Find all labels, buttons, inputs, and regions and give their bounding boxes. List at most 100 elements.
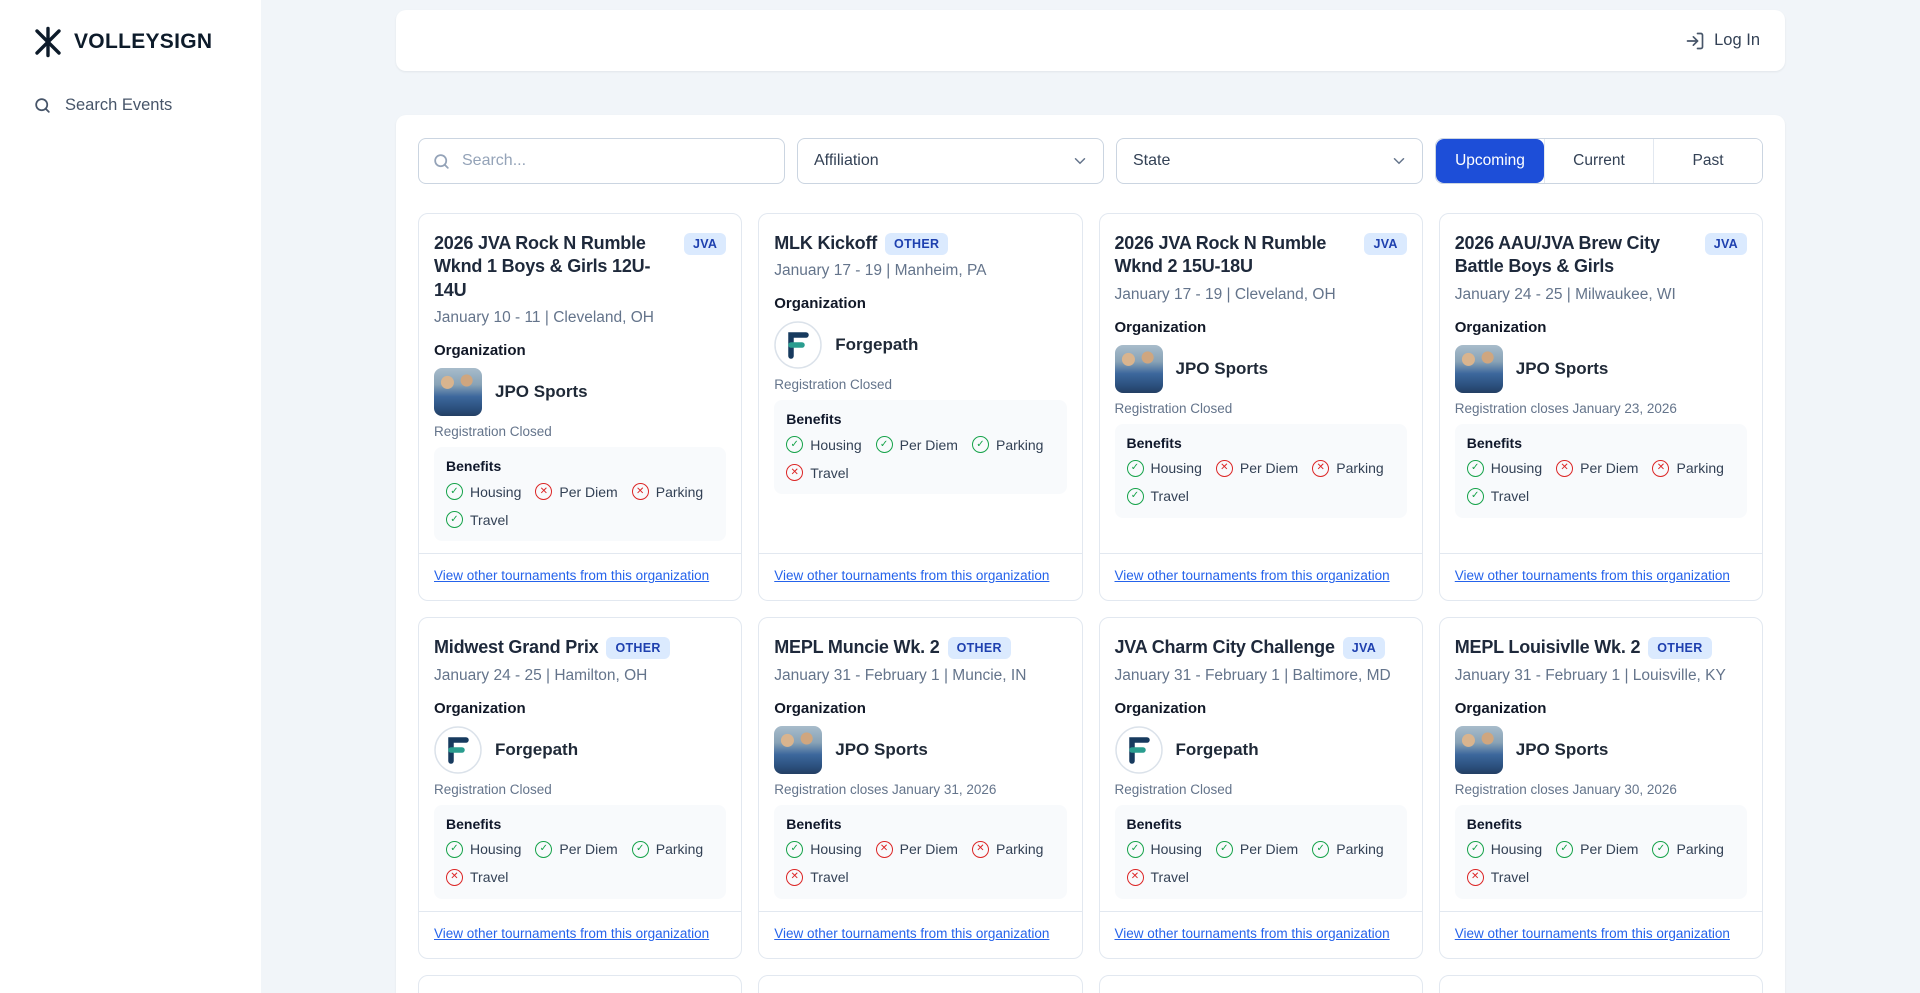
organization-section: Organization Forgepath Registration Clos… xyxy=(1115,685,1407,899)
organization-avatar xyxy=(1115,726,1163,774)
organization-label: Organization xyxy=(774,700,1066,717)
benefits-box: Benefits ✓Housing✕Per Diem✕Parking✓Trave… xyxy=(1455,424,1747,518)
tournament-card-body: 2026 JVA Rock N Rumble Wknd 2 15U-18U JV… xyxy=(1100,214,1422,553)
tournament-card-body: MLK Kickoff OTHER January 17 - 19 | Manh… xyxy=(759,214,1081,553)
affiliation-badge: OTHER xyxy=(948,637,1011,659)
benefit-label: Travel xyxy=(1491,869,1529,885)
benefits-list: ✓Housing✓Per Diem✓Parking✕Travel xyxy=(786,436,1054,481)
benefit-label: Parking xyxy=(656,841,703,857)
tab-current[interactable]: Current xyxy=(1544,139,1653,183)
view-other-tournaments-link[interactable]: View other tournaments from this organiz… xyxy=(1115,926,1390,941)
benefit-label: Housing xyxy=(1151,841,1202,857)
registration-status: Registration Closed xyxy=(1115,401,1407,416)
affiliation-badge: JVA xyxy=(1364,233,1406,255)
organization-name: Forgepath xyxy=(495,740,578,760)
benefits-box: Benefits ✓Housing✓Per Diem✓Parking✕Trave… xyxy=(1115,805,1407,899)
benefit-item: ✓Parking xyxy=(1312,841,1383,858)
tournament-title: 2026 JVA Rock N Rumble Wknd 2 15U-18U xyxy=(1115,232,1357,279)
check-circle-icon: ✓ xyxy=(1127,488,1144,505)
check-circle-icon: ✓ xyxy=(535,841,552,858)
organization-label: Organization xyxy=(1455,700,1747,717)
registration-status: Registration closes January 23, 2026 xyxy=(1455,401,1747,416)
organization-name: JPO Sports xyxy=(835,740,928,760)
x-circle-icon: ✕ xyxy=(1652,460,1669,477)
benefit-item: ✓Parking xyxy=(972,436,1043,453)
benefit-label: Housing xyxy=(1491,460,1542,476)
benefit-item: ✓Housing xyxy=(1127,460,1202,477)
view-other-tournaments-link[interactable]: View other tournaments from this organiz… xyxy=(434,568,709,583)
view-other-tournaments-link[interactable]: View other tournaments from this organiz… xyxy=(774,568,1049,583)
benefit-label: Parking xyxy=(1676,460,1723,476)
affiliation-badge: JVA xyxy=(1343,637,1385,659)
view-other-tournaments-link[interactable]: View other tournaments from this organiz… xyxy=(774,926,1049,941)
organization-row: Forgepath xyxy=(774,321,1066,369)
timeframe-tabs: Upcoming Current Past xyxy=(1435,138,1763,184)
view-other-tournaments-link[interactable]: View other tournaments from this organiz… xyxy=(434,926,709,941)
tournament-date-location: January 24 - 25 | Hamilton, OH xyxy=(434,667,726,685)
tournament-title-row: MEPL Muncie Wk. 2 OTHER xyxy=(774,636,1066,659)
benefits-box: Benefits ✓Housing✕Per Diem✕Parking✓Trave… xyxy=(434,447,726,541)
tournament-card: Louisville Wk. 3 OTHER February 21 - 22 … xyxy=(1099,975,1423,993)
tournament-title-row: MLK Kickoff OTHER xyxy=(774,232,1066,255)
benefit-item: ✕Per Diem xyxy=(535,483,617,500)
tournament-card-body: Midwest Grand Prix OTHER January 24 - 25… xyxy=(419,618,741,910)
state-select[interactable]: State xyxy=(1116,138,1423,184)
state-select-label: State xyxy=(1133,152,1170,170)
chevron-down-icon xyxy=(1071,152,1089,170)
benefit-label: Per Diem xyxy=(1240,841,1298,857)
affiliation-select[interactable]: Affiliation xyxy=(797,138,1104,184)
benefit-label: Per Diem xyxy=(559,484,617,500)
tab-past[interactable]: Past xyxy=(1653,139,1762,183)
tournament-card-body: 2026 JVA Rock N Rumble Wknd 1 Boys & Gir… xyxy=(419,214,741,553)
benefits-list: ✓Housing✓Per Diem✓Parking✕Travel xyxy=(1467,841,1735,886)
benefit-label: Parking xyxy=(1336,841,1383,857)
login-label: Log In xyxy=(1714,31,1760,50)
tournament-title: MEPL Louisivlle Wk. 2 xyxy=(1455,636,1641,659)
main-area: Log In Affiliation State xyxy=(261,0,1920,993)
sidebar-item-search-events[interactable]: Search Events xyxy=(0,96,261,115)
registration-status: Registration Closed xyxy=(434,424,726,439)
benefits-label: Benefits xyxy=(786,816,1054,832)
benefit-label: Parking xyxy=(656,484,703,500)
benefit-label: Parking xyxy=(996,841,1043,857)
check-circle-icon: ✓ xyxy=(446,483,463,500)
x-circle-icon: ✕ xyxy=(876,841,893,858)
benefit-item: ✓Parking xyxy=(632,841,703,858)
view-other-tournaments-link[interactable]: View other tournaments from this organiz… xyxy=(1455,568,1730,583)
search-box xyxy=(418,138,785,184)
registration-status: Registration closes January 30, 2026 xyxy=(1455,782,1747,797)
search-input[interactable] xyxy=(418,138,785,184)
organization-label: Organization xyxy=(774,295,1066,312)
tournament-card: MEPL Muncie Wk. 3 OTHER February 21 - 22… xyxy=(758,975,1082,993)
organization-avatar xyxy=(434,368,482,416)
forgepath-logo xyxy=(774,321,822,369)
organization-section: Organization JPO Sports Registration clo… xyxy=(1455,304,1747,518)
organization-row: JPO Sports xyxy=(774,726,1066,774)
organization-name: JPO Sports xyxy=(1516,740,1609,760)
benefit-label: Per Diem xyxy=(1240,460,1298,476)
x-circle-icon: ✕ xyxy=(786,869,803,886)
affiliation-badge: OTHER xyxy=(606,637,669,659)
view-other-tournaments-link[interactable]: View other tournaments from this organiz… xyxy=(1455,926,1730,941)
search-icon xyxy=(33,96,52,115)
benefit-label: Per Diem xyxy=(1580,460,1638,476)
benefit-item: ✕Per Diem xyxy=(876,841,958,858)
tournament-card-body: JVA Charm City Challenge JVA January 31 … xyxy=(1100,618,1422,910)
tournament-grid: 2026 JVA Rock N Rumble Wknd 1 Boys & Gir… xyxy=(418,213,1763,993)
tournament-card: MEPL Indianapolis Wk. 2 OTHER February 2… xyxy=(1439,975,1763,993)
tournament-title-row: Midwest Grand Prix OTHER xyxy=(434,636,726,659)
benefit-item: ✓Housing xyxy=(786,436,861,453)
x-circle-icon: ✕ xyxy=(1467,869,1484,886)
benefits-label: Benefits xyxy=(1467,435,1735,451)
login-button[interactable]: Log In xyxy=(1685,31,1760,51)
sidebar: VOLLEYSIGN Search Events xyxy=(0,0,261,993)
chevron-down-icon xyxy=(1390,152,1408,170)
benefits-list: ✓Housing✕Per Diem✕Parking✓Travel xyxy=(1127,460,1395,505)
organization-section: Organization JPO Sports Registration clo… xyxy=(1455,685,1747,899)
organization-section: Organization JPO Sports Registration Clo… xyxy=(434,327,726,541)
view-other-tournaments-link[interactable]: View other tournaments from this organiz… xyxy=(1115,568,1390,583)
tab-upcoming[interactable]: Upcoming xyxy=(1436,139,1544,183)
tournament-date-location: January 31 - February 1 | Louisville, KY xyxy=(1455,667,1747,685)
check-circle-icon: ✓ xyxy=(1127,460,1144,477)
tournament-card: 2026 JVA Rock N Rumble Wknd 2 15U-18U JV… xyxy=(1099,213,1423,601)
